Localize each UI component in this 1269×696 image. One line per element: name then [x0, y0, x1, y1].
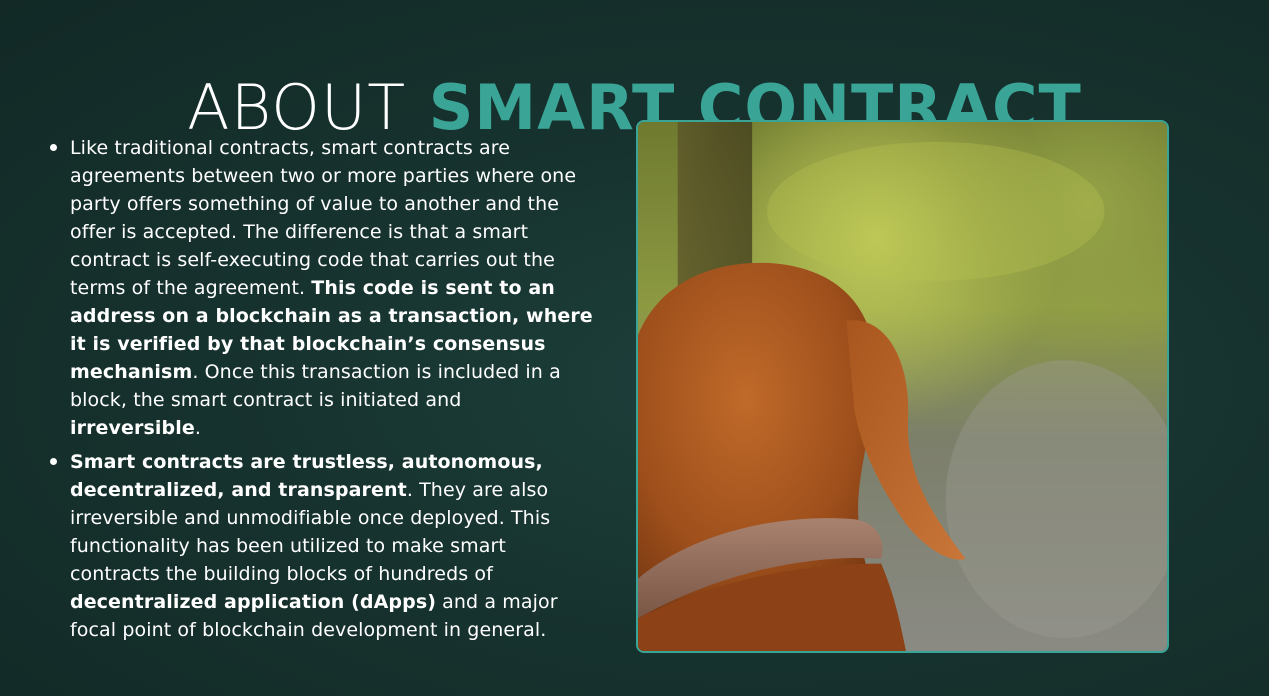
title-light-part: ABOUT	[187, 70, 407, 144]
bullet-item-2: Smart contracts are trustless, autonomou…	[46, 448, 594, 644]
bullet-list: Like traditional contracts, smart contra…	[46, 134, 594, 650]
bullet-1-bold-2: irreversible	[70, 417, 195, 439]
bullet-1-text: Like traditional contracts, smart contra…	[70, 137, 577, 299]
bullet-icon	[50, 144, 57, 151]
bullet-2-bold-2: decentralized application (dApps)	[70, 591, 437, 613]
dog-photo	[636, 120, 1169, 653]
bullet-item-1: Like traditional contracts, smart contra…	[46, 134, 594, 442]
bullet-1-text-3: .	[194, 417, 201, 439]
bullet-icon	[50, 458, 57, 465]
dog-illustration	[638, 122, 1167, 651]
